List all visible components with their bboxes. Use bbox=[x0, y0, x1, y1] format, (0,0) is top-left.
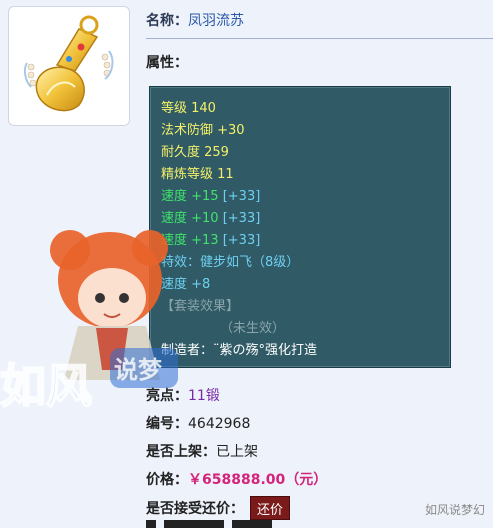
stat-speed-4: 速度 +8 bbox=[161, 277, 211, 292]
name-divider bbox=[146, 38, 493, 39]
stat-speed-1-base: 速度 +15 bbox=[161, 189, 219, 204]
id-value: 4642968 bbox=[188, 416, 251, 432]
price-value: ￥658888.00（元） bbox=[188, 472, 328, 488]
listed-row: 是否上架：已上架 bbox=[146, 441, 258, 461]
stat-refine-level: 精炼等级 11 bbox=[161, 167, 234, 182]
stat-special-effect: 特效：健步如飞（8级） bbox=[161, 255, 300, 270]
listed-value: 已上架 bbox=[216, 444, 258, 460]
stat-magic-defense: 法术防御 +30 bbox=[161, 123, 245, 138]
bargain-button[interactable]: 还价 bbox=[250, 496, 290, 520]
stat-speed-3: 速度 +13 [+33] bbox=[161, 229, 260, 248]
stats-panel: 等级 140 法术防御 +30 耐久度 259 精炼等级 11 速度 +15 [… bbox=[149, 86, 451, 368]
highlight-value: 11锻 bbox=[188, 388, 220, 404]
stat-durability: 耐久度 259 bbox=[161, 145, 229, 160]
svg-text:如风: 如风 bbox=[0, 359, 92, 413]
stat-set-status: （未生效） bbox=[220, 321, 286, 336]
stat-maker: 制造者：¨紫の殇°强化打造 bbox=[161, 343, 318, 358]
attributes-label: 属性： bbox=[146, 55, 188, 71]
clipped-row bbox=[146, 520, 296, 528]
bargain-label: 是否接受还价： bbox=[146, 501, 244, 517]
item-image bbox=[8, 6, 130, 126]
item-name-label: 名称： bbox=[146, 13, 188, 29]
stat-speed-3-base: 速度 +13 bbox=[161, 233, 219, 248]
corner-watermark: 如风说梦幻 bbox=[424, 503, 485, 517]
stat-speed-2: 速度 +10 [+33] bbox=[161, 207, 260, 226]
price-label: 价格： bbox=[146, 472, 188, 488]
highlight-label: 亮点： bbox=[146, 388, 188, 404]
price-row: 价格：￥658888.00（元） bbox=[146, 469, 327, 489]
id-row: 编号：4642968 bbox=[146, 413, 250, 433]
stat-speed-1-bonus: [+33] bbox=[222, 189, 261, 204]
id-label: 编号： bbox=[146, 416, 188, 432]
highlight-row: 亮点：11锻 bbox=[146, 385, 220, 405]
bargain-row: 是否接受还价： bbox=[146, 498, 244, 518]
item-name-row: 名称：凤羽流苏 bbox=[146, 10, 244, 30]
stat-speed-1: 速度 +15 [+33] bbox=[161, 185, 260, 204]
stat-speed-2-bonus: [+33] bbox=[222, 211, 261, 226]
stat-speed-3-bonus: [+33] bbox=[222, 233, 261, 248]
stat-set-effect: 【套装效果】 bbox=[161, 299, 240, 314]
stat-level: 等级 140 bbox=[161, 101, 216, 116]
stat-speed-2-base: 速度 +10 bbox=[161, 211, 219, 226]
item-name: 凤羽流苏 bbox=[188, 13, 244, 29]
listed-label: 是否上架： bbox=[146, 444, 216, 460]
